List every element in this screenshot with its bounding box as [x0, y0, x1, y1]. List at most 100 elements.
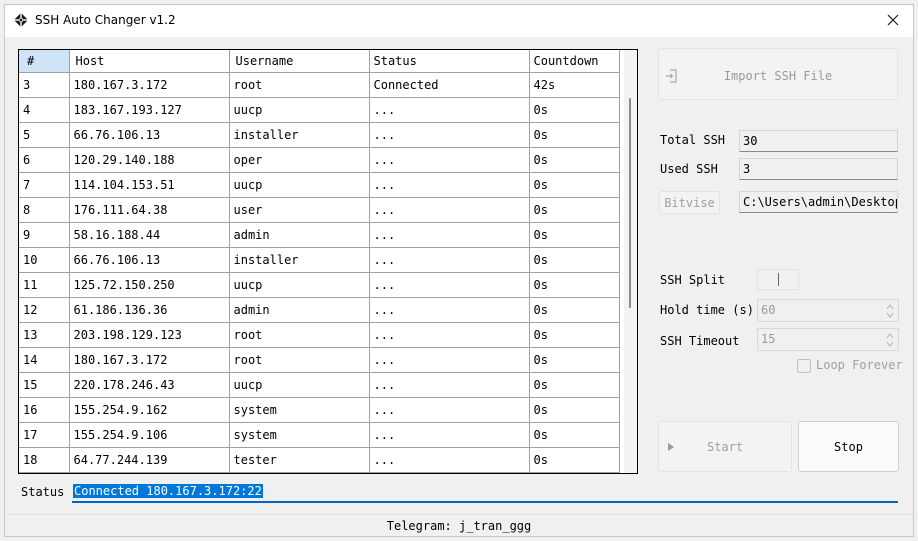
cell-username: root — [229, 322, 370, 348]
column-header-status[interactable]: Status — [369, 50, 530, 73]
ssh-split-toggle[interactable] — [757, 269, 799, 290]
bitvise-button[interactable]: Bitvise — [659, 191, 720, 214]
ssh-split-label: SSH Split — [660, 273, 726, 287]
column-header-countdown[interactable]: Countdown — [529, 50, 620, 73]
title-bar[interactable]: SSH Auto Changer v1.2 — [5, 5, 913, 37]
cell-username: uucp — [229, 372, 370, 398]
table-header-row: # Host Username Status Countdown — [19, 50, 620, 73]
telegram-contact: Telegram: j_tran_ggg — [386, 519, 532, 533]
cell-username: user — [229, 197, 370, 223]
table-row[interactable]: 7 114.104.153.51 uucp... 0s — [19, 172, 620, 198]
cell-host: 155.254.9.162 — [69, 397, 230, 423]
cell-username: system — [229, 422, 370, 448]
column-header-index[interactable]: # — [19, 50, 70, 73]
stop-button[interactable]: Stop — [798, 421, 899, 472]
table-row[interactable]: 17 155.254.9.106 system... 0s — [19, 422, 620, 448]
loop-forever-label: Loop Forever — [816, 358, 903, 372]
close-icon — [887, 14, 899, 29]
cell-index: 15 — [19, 372, 70, 398]
table-row[interactable]: 16 155.254.9.162 system... 0s — [19, 397, 620, 423]
cell-countdown: 0s — [529, 297, 620, 323]
cell-host: 155.254.9.106 — [69, 422, 230, 448]
bitvise-path-field[interactable]: C:\Users\admin\Desktop — [739, 191, 898, 213]
stop-label: Stop — [834, 440, 863, 454]
hold-time-label: Hold time (s) — [660, 303, 754, 317]
cell-username: uucp — [229, 272, 370, 298]
vertical-scrollbar[interactable] — [624, 50, 637, 473]
cell-index: 16 — [19, 397, 70, 423]
cell-host: 64.77.244.139 — [69, 447, 230, 473]
table-row[interactable]: 15 220.178.246.43 uucp... 0s — [19, 372, 620, 398]
cell-status: ... — [369, 122, 530, 148]
scrollbar-thumb[interactable] — [629, 98, 631, 308]
bitvise-path-value: C:\Users\admin\Desktop — [743, 195, 898, 209]
bitvise-label: Bitvise — [664, 196, 715, 210]
import-ssh-file-button[interactable]: Import SSH File — [658, 48, 898, 100]
hold-time-value: 60 — [761, 303, 776, 317]
ssh-table[interactable]: # Host Username Status Countdown 3 180.16… — [18, 49, 638, 474]
ssh-timeout-arrows[interactable] — [884, 330, 896, 350]
app-logo-icon — [13, 12, 29, 28]
start-button[interactable]: Start — [658, 421, 792, 472]
table-row[interactable]: 3 180.167.3.172 root Connected 42s — [19, 72, 620, 98]
cell-host: 61.186.136.36 — [69, 297, 230, 323]
ssh-timeout-spinner[interactable]: 15 — [757, 328, 899, 351]
used-ssh-field[interactable]: 3 — [739, 158, 898, 180]
status-label: Status — [21, 485, 65, 499]
cell-username: admin — [229, 222, 370, 248]
cell-countdown: 0s — [529, 97, 620, 123]
cell-index: 7 — [19, 172, 70, 198]
table-row[interactable]: 14 180.167.3.172 root... 0s — [19, 347, 620, 373]
used-ssh-label: Used SSH — [660, 162, 718, 176]
cell-countdown: 0s — [529, 372, 620, 398]
cell-username: installer — [229, 122, 370, 148]
close-button[interactable] — [877, 7, 909, 35]
cell-host: 183.167.193.127 — [69, 97, 230, 123]
hold-time-spinner[interactable]: 60 — [757, 299, 899, 322]
cell-host: 114.104.153.51 — [69, 172, 230, 198]
table-row[interactable]: 11 125.72.150.250 uucp... 0s — [19, 272, 620, 298]
cell-host: 176.111.64.38 — [69, 197, 230, 223]
cell-status: ... — [369, 297, 530, 323]
cell-index: 12 — [19, 297, 70, 323]
cell-index: 11 — [19, 272, 70, 298]
status-field[interactable]: Connected 180.167.3.172:22 — [72, 482, 898, 503]
cell-username: admin — [229, 297, 370, 323]
table-row[interactable]: 12 61.186.136.36 admin... 0s — [19, 297, 620, 323]
cell-username: uucp — [229, 172, 370, 198]
ssh-timeout-value: 15 — [761, 332, 776, 346]
column-header-host[interactable]: Host — [69, 50, 230, 73]
cell-status: ... — [369, 422, 530, 448]
hold-time-arrows[interactable] — [884, 301, 896, 321]
total-ssh-field[interactable]: 30 — [739, 130, 898, 152]
cell-index: 8 — [19, 197, 70, 223]
cell-countdown: 0s — [529, 397, 620, 423]
cell-username: tester — [229, 447, 370, 473]
table-row[interactable]: 4 183.167.193.127 uucp... 0s — [19, 97, 620, 123]
table-row[interactable]: 9 58.16.188.44 admin... 0s — [19, 222, 620, 248]
cell-countdown: 0s — [529, 122, 620, 148]
table-row[interactable]: 10 66.76.106.13 installer... 0s — [19, 247, 620, 273]
table-row[interactable]: 6 120.29.140.188 oper... 0s — [19, 147, 620, 173]
loop-forever-checkbox[interactable] — [797, 359, 811, 373]
table-row[interactable]: 13 203.198.129.123 root... 0s — [19, 322, 620, 348]
cell-status: ... — [369, 347, 530, 373]
table-row[interactable]: 8 176.111.64.38 user... 0s — [19, 197, 620, 223]
cell-index: 14 — [19, 347, 70, 373]
cell-host: 120.29.140.188 — [69, 147, 230, 173]
cell-countdown: 0s — [529, 247, 620, 273]
column-header-username[interactable]: Username — [229, 50, 370, 73]
spin-up-icon — [886, 304, 894, 310]
import-ssh-file-label: Import SSH File — [723, 69, 833, 83]
cell-host: 220.178.246.43 — [69, 372, 230, 398]
spin-down-icon — [886, 312, 894, 318]
app-window: SSH Auto Changer v1.2 # Host Username St… — [4, 4, 914, 537]
cell-index: 18 — [19, 447, 70, 473]
cell-status: ... — [369, 147, 530, 173]
table-row[interactable]: 18 64.77.244.139 tester... 0s — [19, 447, 620, 473]
cell-countdown: 0s — [529, 172, 620, 198]
cell-username: root — [229, 72, 370, 98]
table-row[interactable]: 5 66.76.106.13 installer... 0s — [19, 122, 620, 148]
cell-username: root — [229, 347, 370, 373]
cell-host: 125.72.150.250 — [69, 272, 230, 298]
